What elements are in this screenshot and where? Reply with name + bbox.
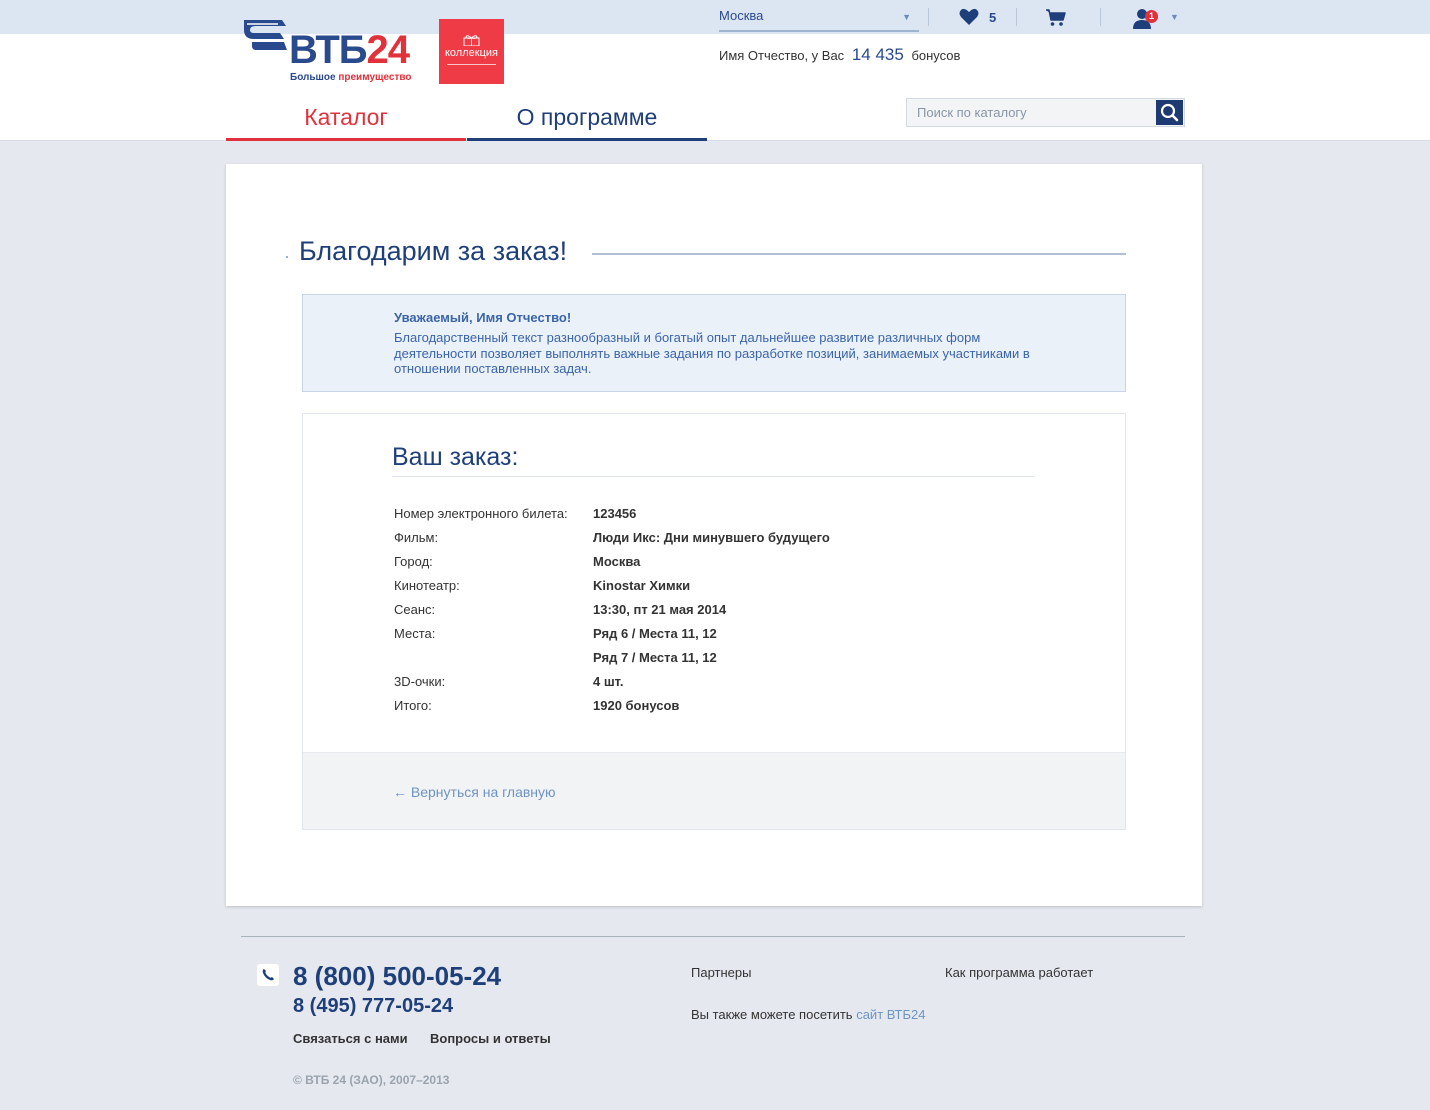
order-row: Фильм: Люди Икс: Дни минувшего будущего: [394, 525, 830, 549]
bonus-prefix: Имя Отчество, у Вас: [719, 48, 845, 63]
vtb24-logo[interactable]: ВТБ24 Большое преимущество: [242, 18, 422, 88]
order-title-divider: [392, 476, 1035, 477]
user-menu[interactable]: 1 ▼: [1133, 6, 1183, 30]
city-value: Москва: [719, 8, 764, 23]
divider: [1100, 8, 1101, 26]
order-row-value: Ряд 6 / Места 11, 12: [593, 625, 717, 641]
logo-slogan: Большое преимущество: [290, 72, 412, 83]
order-row-label: Места:: [394, 625, 436, 641]
phone-icon: [257, 964, 279, 986]
order-row-label: [394, 645, 593, 669]
order-row-value: 4 шт.: [593, 673, 624, 689]
visit-prefix: Вы также можете посетить: [691, 1007, 853, 1022]
logo-wordmark: ВТБ24: [289, 28, 410, 72]
how-it-works-link[interactable]: Как программа работает: [945, 965, 1093, 980]
favorites-button[interactable]: 5: [959, 8, 1009, 28]
order-footer: ← Вернуться на главную: [303, 752, 1125, 829]
divider: [928, 8, 929, 26]
order-details: Ваш заказ: Номер электронного билета: 123…: [302, 413, 1126, 830]
heart-icon: [959, 8, 979, 25]
faq-link[interactable]: Вопросы и ответы: [430, 1031, 551, 1046]
search-icon: [1160, 103, 1179, 122]
bonus-balance: Имя Отчество, у Вас 14 435 бонусов: [719, 45, 960, 65]
order-row: Сеанс: 13:30, пт 21 мая 2014: [394, 597, 830, 621]
order-row-value: 13:30, пт 21 мая 2014: [593, 601, 727, 617]
back-to-home-link[interactable]: ← Вернуться на главную: [393, 784, 556, 800]
page-title: Благодарим за заказ!: [299, 236, 568, 266]
cart-button[interactable]: [1045, 8, 1069, 28]
collection-divider: [447, 64, 496, 65]
phone-main[interactable]: 8 (800) 500-05-24: [293, 961, 501, 992]
favorites-count: 5: [989, 10, 997, 25]
greeting-title: Уважаемый, Имя Отчество!: [394, 310, 572, 325]
search-box: [906, 98, 1185, 127]
order-row-value: 123456: [593, 505, 637, 521]
greeting-text: Благодарственный текст разнообразный и б…: [394, 330, 1030, 376]
divider: [1016, 8, 1017, 26]
vtb-wing-icon: [244, 20, 287, 50]
order-row-value: Москва: [593, 553, 641, 569]
search-input[interactable]: [907, 99, 1156, 126]
title-underline: [592, 253, 1126, 255]
notification-badge: 1: [1145, 10, 1158, 23]
collection-badge[interactable]: коллекция: [439, 19, 504, 84]
search-button[interactable]: [1156, 100, 1183, 125]
decor-dot: [286, 256, 288, 258]
bonus-suffix: бонусов: [911, 48, 961, 63]
order-row: Номер электронного билета: 123456: [394, 501, 830, 525]
order-row: 3D-очки: 4 шт.: [394, 669, 830, 693]
order-row: Город: Москва: [394, 549, 830, 573]
chevron-down-icon: ▼: [902, 12, 911, 22]
order-row-value: Ряд 7 / Места 11, 12: [593, 649, 717, 665]
collection-label: коллекция: [445, 47, 498, 59]
partners-link[interactable]: Партнеры: [691, 965, 751, 980]
order-row: Кинотеатр: Kinostar Химки: [394, 573, 830, 597]
bonus-amount: 14 435: [851, 45, 904, 64]
order-row: Места: Ряд 6 / Места 11, 12: [394, 621, 830, 645]
chevron-down-icon: ▼: [1170, 12, 1179, 22]
order-row-label: Сеанс:: [394, 601, 436, 617]
vtb24-site-link[interactable]: сайт ВТБ24: [856, 1007, 925, 1022]
order-row-label: Кинотеатр:: [394, 577, 460, 593]
top-strip: [0, 0, 1430, 34]
order-row-label: Номер электронного билета:: [394, 505, 568, 521]
order-row-value: Kinostar Химки: [593, 577, 691, 593]
phone-alt[interactable]: 8 (495) 777-05-24: [293, 995, 453, 1018]
copyright: © ВТБ 24 (ЗАО), 2007–2013: [293, 1073, 450, 1087]
order-row-value: 1920 бонусов: [593, 697, 680, 713]
order-row-value: Люди Икс: Дни минувшего будущего: [593, 529, 830, 545]
order-title: Ваш заказ:: [392, 443, 519, 471]
visit-vtb-text: Вы также можете посетить сайт ВТБ24: [691, 1007, 926, 1022]
tab-program[interactable]: О программе: [467, 97, 707, 141]
order-table: Номер электронного билета: 123456 Фильм: Лю…: [394, 501, 830, 717]
order-row-label: Итого:: [394, 697, 432, 713]
footer-divider: [241, 936, 1185, 937]
greeting-box: Уважаемый, Имя Отчество! Благодарственны…: [302, 294, 1126, 392]
contact-link[interactable]: Связаться с нами: [293, 1031, 408, 1046]
order-confirmation-card: Благодарим за заказ! Уважаемый, Имя Отче…: [226, 164, 1202, 906]
tab-catalog[interactable]: Каталог: [226, 97, 466, 141]
order-row-label: Город:: [394, 553, 433, 569]
cart-icon: [1046, 9, 1066, 26]
order-row: Ряд 7 / Места 11, 12: [394, 645, 830, 669]
gift-icon: [463, 35, 480, 46]
header: [0, 34, 1430, 141]
order-row-label: Фильм:: [394, 529, 439, 545]
city-select[interactable]: Москва ▼: [719, 8, 919, 32]
order-row: Итого: 1920 бонусов: [394, 693, 830, 717]
order-row-label: 3D-очки:: [394, 673, 446, 689]
